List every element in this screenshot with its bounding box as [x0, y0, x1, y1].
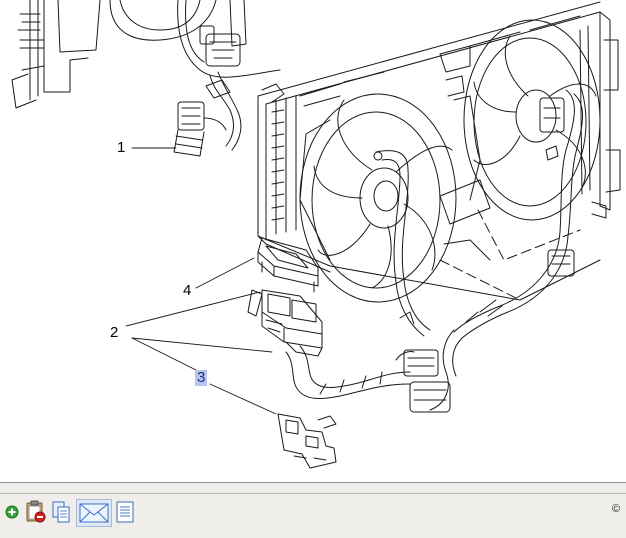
copy-pages-icon: [52, 501, 70, 523]
main-harness-trunk: [373, 89, 584, 413]
right-fan-shroud: [439, 19, 601, 301]
callout-2: 2: [110, 324, 119, 341]
upper-radiator-fan: [11, 0, 247, 109]
clipboard-remove-icon: [26, 500, 46, 523]
fuse-block: [247, 289, 323, 357]
bottom-toolbar: ©: [0, 482, 626, 538]
email-button[interactable]: [76, 499, 112, 527]
document-list-button[interactable]: [114, 499, 136, 525]
callout-4: 4: [183, 282, 192, 299]
wiring-harness-diagram: [11, 0, 621, 469]
toolbar-divider: [0, 493, 626, 494]
email-icon: [79, 503, 109, 523]
callout-3[interactable]: 3: [195, 370, 208, 386]
copy-pages-button[interactable]: [50, 499, 72, 525]
callout-1: 1: [117, 139, 126, 156]
mounting-bracket: [277, 413, 337, 469]
add-icon: [5, 505, 19, 519]
add-button[interactable]: [4, 503, 20, 521]
upper-harness: [173, 0, 281, 157]
clipboard-remove-button[interactable]: [24, 499, 48, 525]
copyright-mark: ©: [611, 503, 620, 515]
document-list-icon: [116, 501, 134, 523]
